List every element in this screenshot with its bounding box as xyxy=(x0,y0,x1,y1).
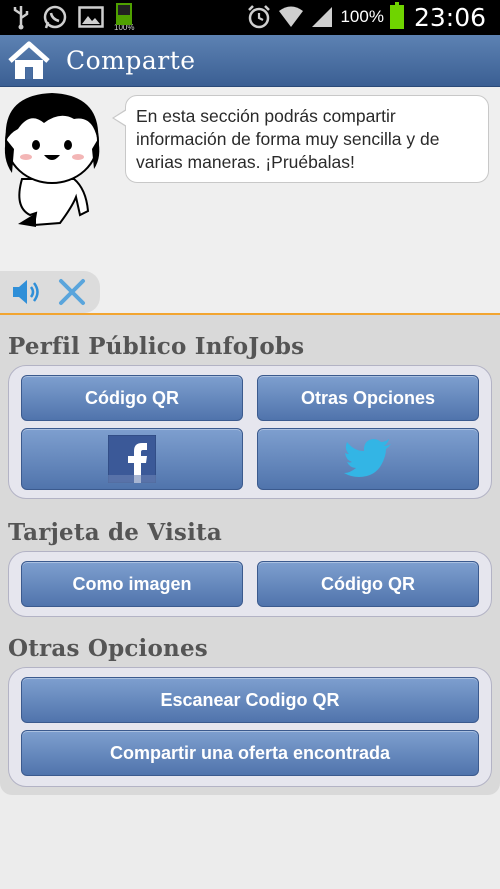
otras-group: Escanear Codigo QR Compartir una oferta … xyxy=(8,667,492,787)
close-icon[interactable] xyxy=(56,276,88,308)
battery-full-icon: 100% xyxy=(114,2,134,32)
twitter-icon xyxy=(344,439,391,477)
facebook-share-button[interactable] xyxy=(21,428,243,490)
whatsapp-icon xyxy=(43,5,67,29)
audio-controls xyxy=(0,271,100,313)
info-bubble: En esta sección podrás compartir informa… xyxy=(125,95,489,183)
tarjeta-group: Como imagen Código QR xyxy=(8,551,492,617)
wifi-icon xyxy=(279,6,304,27)
bottom-empty-area xyxy=(0,795,500,889)
signal-icon xyxy=(312,7,333,27)
notification-icons: 100% xyxy=(10,2,134,32)
perfil-qr-button[interactable]: Código QR xyxy=(21,375,243,421)
facebook-icon xyxy=(108,435,156,483)
share-options-panel: Perfil Público InfoJobs Código QR Otras … xyxy=(0,315,500,795)
bubble-tail-inner xyxy=(114,110,127,126)
battery-icon xyxy=(389,2,404,29)
home-icon[interactable] xyxy=(6,40,52,82)
mascot-avatar xyxy=(4,93,100,227)
scan-qr-button[interactable]: Escanear Codigo QR xyxy=(21,677,479,723)
gallery-icon xyxy=(78,6,104,28)
perfil-other-options-button[interactable]: Otras Opciones xyxy=(257,375,479,421)
section-title-perfil: Perfil Público InfoJobs xyxy=(8,333,305,360)
section-title-tarjeta: Tarjeta de Visita xyxy=(8,519,222,546)
section-title-otras: Otras Opciones xyxy=(8,635,208,662)
twitter-share-button[interactable] xyxy=(257,428,479,490)
battery-percent: 100% xyxy=(340,7,384,26)
tarjeta-qr-button[interactable]: Código QR xyxy=(257,561,479,607)
speaker-icon[interactable] xyxy=(10,276,42,308)
intro-panel: En esta sección podrás compartir informa… xyxy=(0,87,500,314)
clock: 23:06 xyxy=(413,2,486,32)
share-offer-button[interactable]: Compartir una oferta encontrada xyxy=(21,730,479,776)
perfil-group: Código QR Otras Opciones xyxy=(8,365,492,499)
system-icons: 100% 23:06 xyxy=(246,2,486,32)
page-title: Comparte xyxy=(66,46,196,75)
status-bar: 100% 100% 23:06 xyxy=(0,0,500,35)
action-bar: Comparte xyxy=(0,35,500,87)
tarjeta-image-button[interactable]: Como imagen xyxy=(21,561,243,607)
usb-icon xyxy=(13,6,29,30)
alarm-icon xyxy=(248,5,271,29)
